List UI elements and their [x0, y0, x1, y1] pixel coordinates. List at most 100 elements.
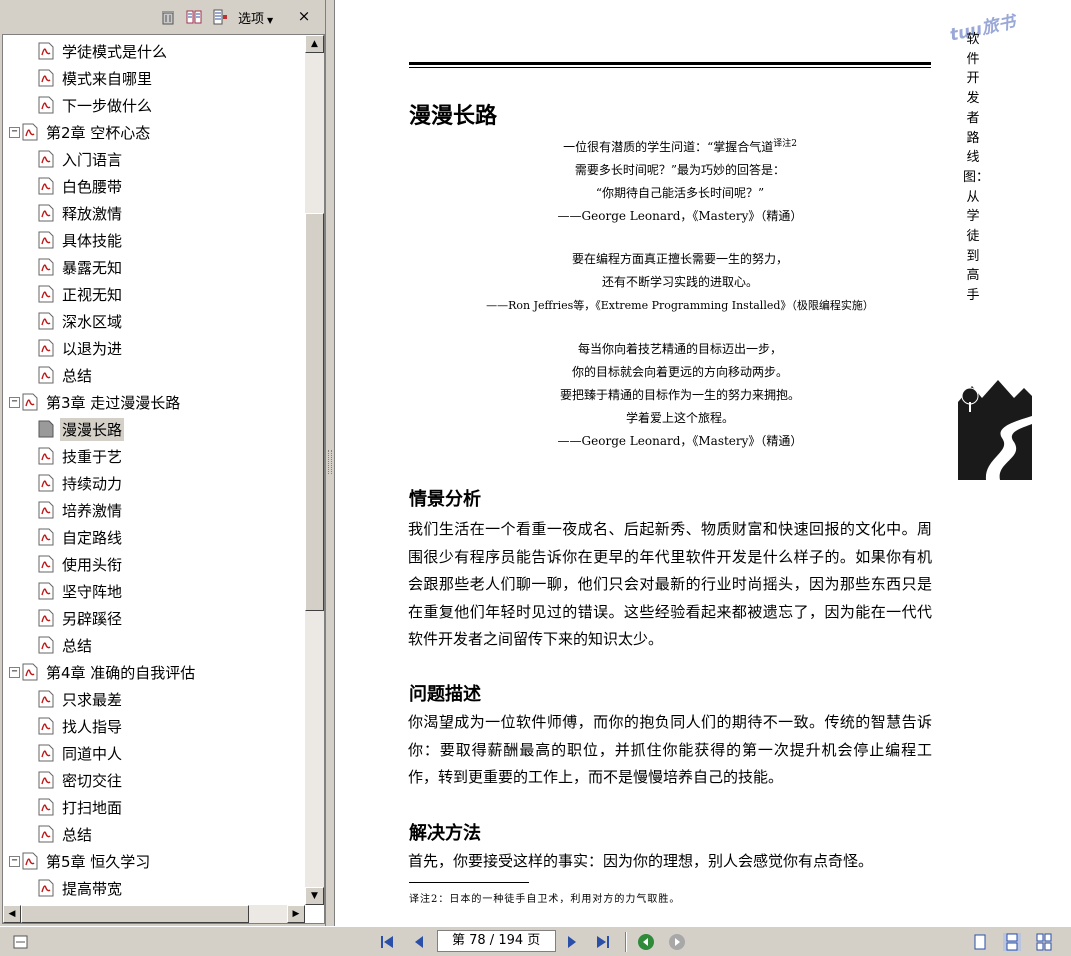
- facing-pages-view-icon[interactable]: [1035, 933, 1053, 951]
- bookmark-properties-icon[interactable]: [212, 9, 228, 25]
- bookmark-chapter[interactable]: − 第5章 恒久学习: [9, 849, 152, 873]
- horizontal-scrollbar[interactable]: ◀ ▶: [3, 905, 305, 923]
- bookmark-item[interactable]: 培养激情: [38, 498, 124, 522]
- pdf-page-icon: [38, 447, 54, 465]
- vertical-scroll-thumb[interactable]: [305, 213, 324, 611]
- footnote: 译注2：日本的一种徒手自卫术，利用对方的力气取胜。: [409, 894, 681, 905]
- bookmark-item[interactable]: 白色腰带: [38, 174, 124, 198]
- pdf-page-icon: [38, 150, 54, 168]
- page-number-field[interactable]: 第 78 / 194 页: [437, 930, 556, 952]
- horizontal-scroll-thumb[interactable]: [21, 905, 249, 923]
- bookmark-item[interactable]: 总结: [38, 822, 94, 846]
- splitter-grip[interactable]: [328, 450, 332, 474]
- bookmark-item[interactable]: 下一步做什么: [38, 93, 154, 117]
- pdf-page-icon: [38, 717, 54, 735]
- pdf-page-icon: [38, 231, 54, 249]
- bookmark-item[interactable]: 密切交往: [38, 768, 124, 792]
- epigraph-2-line-2: 还有不断学习实践的进取心。: [601, 275, 758, 289]
- bookmark-item[interactable]: 释放激情: [38, 201, 124, 225]
- bookmark-item[interactable]: 入门语言: [38, 147, 124, 171]
- bookmark-label: 学徒模式是什么: [62, 42, 168, 61]
- bookmark-item[interactable]: 提高带宽: [38, 876, 124, 900]
- bookmark-label: 技重于艺: [62, 447, 123, 466]
- bookmark-item[interactable]: 模式来自哪里: [38, 66, 154, 90]
- bookmark-item[interactable]: 正视无知: [38, 282, 124, 306]
- current-page-icon: [38, 420, 54, 438]
- pdf-page-icon: [38, 879, 54, 897]
- bookmark-chapter[interactable]: − 第4章 准确的自我评估: [9, 660, 197, 684]
- pdf-page-icon: [38, 258, 54, 276]
- bookmark-item[interactable]: 只求最差: [38, 687, 124, 711]
- next-page-icon[interactable]: [563, 933, 581, 951]
- scroll-down-button[interactable]: ▼: [305, 887, 324, 905]
- bookmark-item-selected[interactable]: 漫漫长路: [38, 417, 125, 441]
- bookmark-item[interactable]: 另辟蹊径: [38, 606, 124, 630]
- continuous-view-icon[interactable]: [1003, 933, 1021, 951]
- bookmark-item[interactable]: 总结: [38, 363, 94, 387]
- pdf-page-icon: [38, 285, 54, 303]
- bookmark-list: 学徒模式是什么 模式来自哪里 下一步做什么 − 第2章 空杯心态 入门语言 白色腰…: [3, 35, 303, 905]
- close-pane-button[interactable]: ×: [297, 7, 311, 25]
- bookmark-item[interactable]: 自定路线: [38, 525, 124, 549]
- collapse-toggle[interactable]: −: [9, 396, 20, 408]
- bookmark-label: 暴露无知: [62, 258, 123, 277]
- bookmark-item[interactable]: 找人指导: [38, 714, 124, 738]
- bookmark-item[interactable]: 坚守阵地: [38, 579, 124, 603]
- section-body-problem: 你渴望成为一位软件师傅，而你的抱负同人们的期待不一致。传统的智慧告诉你：要取得薪…: [408, 713, 932, 786]
- epigraph-3-line-3: 要把臻于精通的目标作为一生的努力来拥抱。: [559, 388, 800, 402]
- bookmark-item[interactable]: 总结: [38, 633, 94, 657]
- bookmark-label: 第3章 走过漫漫长路: [46, 393, 181, 412]
- bookmark-tree: 学徒模式是什么 模式来自哪里 下一步做什么 − 第2章 空杯心态 入门语言 白色腰…: [2, 34, 325, 924]
- arrow-down-icon: ▼: [311, 891, 318, 901]
- bookmark-item[interactable]: 深水区域: [38, 309, 124, 333]
- epigraph-3-line-4: 学着爱上这个旅程。: [625, 411, 734, 425]
- collapse-toggle[interactable]: −: [9, 666, 20, 678]
- pdf-page-icon: [38, 636, 54, 654]
- section-body-context: 我们生活在一个看重一夜成名、后起新秀、物质财富和快速回报的文化中。周围很少有程序…: [408, 520, 932, 648]
- bookmark-label: 坚守阵地: [62, 582, 123, 601]
- pdf-page-icon: [38, 582, 54, 600]
- bookmark-chapter[interactable]: − 第3章 走过漫漫长路: [9, 390, 182, 414]
- bookmark-item[interactable]: 学徒模式是什么: [38, 39, 169, 63]
- go-back-icon[interactable]: [637, 933, 655, 951]
- epigraph-1-line-2: 需要多长时间呢？”最为巧妙的回答是：: [574, 163, 786, 177]
- pane-options-icon[interactable]: [12, 933, 30, 951]
- pdf-reader-window: 选项 ▼ × 学徒模式是什么 模式来自哪里 下一步做什么 − 第2章 空杯心态 入门…: [0, 0, 1071, 956]
- options-label: 选项: [238, 12, 265, 27]
- bookmark-item[interactable]: 持续动力: [38, 471, 124, 495]
- scroll-left-button[interactable]: ◀: [3, 905, 21, 923]
- options-dropdown[interactable]: 选项 ▼: [238, 8, 273, 27]
- vertical-scrollbar[interactable]: ▲ ▼: [305, 35, 324, 905]
- go-forward-icon[interactable]: [668, 933, 686, 951]
- previous-page-icon[interactable]: [410, 933, 428, 951]
- scroll-up-button[interactable]: ▲: [305, 35, 324, 53]
- bookmark-label: 总结: [62, 825, 93, 844]
- section-heading-problem: 问题描述: [409, 684, 481, 705]
- pane-splitter[interactable]: [325, 0, 334, 926]
- epigraph-1-attribution: ——George Leonard，《Mastery》（精通）: [557, 209, 803, 223]
- bookmark-item[interactable]: 同道中人: [38, 741, 124, 765]
- section-heading-context: 情景分析: [409, 489, 481, 510]
- bookmark-item[interactable]: 技重于艺: [38, 444, 124, 468]
- single-page-view-icon[interactable]: [971, 933, 989, 951]
- scroll-right-button[interactable]: ▶: [287, 905, 305, 923]
- bookmark-item[interactable]: 具体技能: [38, 228, 124, 252]
- bookmark-item[interactable]: 暴露无知: [38, 255, 124, 279]
- bookmark-item[interactable]: 以退为进: [38, 336, 124, 360]
- section-body-solution: 首先，你要接受这样的事实：因为你的理想，别人会感觉你有点奇怪。: [408, 852, 874, 870]
- bookmark-label: 第5章 恒久学习: [46, 852, 151, 871]
- first-page-icon[interactable]: [378, 933, 396, 951]
- bookmark-label: 使用头衔: [62, 555, 123, 574]
- trash-icon[interactable]: [160, 9, 176, 25]
- collapse-toggle[interactable]: −: [9, 126, 20, 138]
- collapse-toggle[interactable]: −: [9, 855, 20, 867]
- last-page-icon[interactable]: [594, 933, 612, 951]
- bookmark-chapter[interactable]: − 第2章 空杯心态: [9, 120, 152, 144]
- section-heading-solution: 解决方法: [409, 823, 481, 844]
- bookmark-item[interactable]: 使用头衔: [38, 552, 124, 576]
- chevron-down-icon: ▼: [267, 16, 274, 25]
- document-view[interactable]: tuu旅书 软件开发者路线图：从学徒到高手 漫漫长路 一位很有潜质的学生问道：“…: [334, 0, 1071, 926]
- pdf-page-icon: [38, 771, 54, 789]
- bookmark-item[interactable]: 打扫地面: [38, 795, 124, 819]
- expand-bookmark-icon[interactable]: [186, 9, 202, 25]
